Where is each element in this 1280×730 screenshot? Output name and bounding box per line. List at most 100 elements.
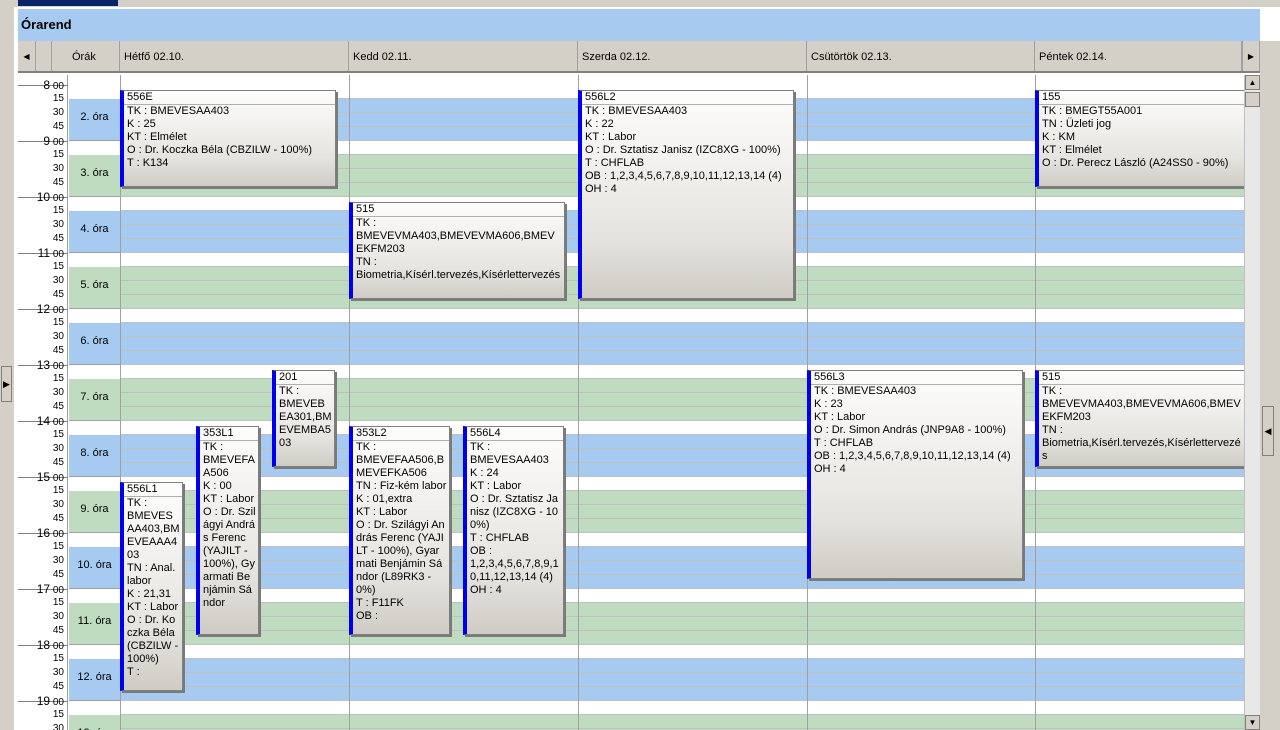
quarter-row[interactable] [120, 673, 1244, 687]
scroll-down-icon[interactable]: ▼ [1245, 715, 1260, 730]
event-line: K : 24 [470, 467, 499, 479]
event-card[interactable]: 155 TK : BMEGT55A001 TN : Üzleti jog K :… [1035, 90, 1244, 187]
top-toolbar [0, 0, 1280, 7]
event-line: TN : Anal. labor [127, 562, 176, 587]
minute-label: 30 [52, 611, 64, 622]
event-line: TK : [356, 441, 377, 453]
minute-label: 45 [52, 569, 64, 580]
vertical-scrollbar[interactable]: ▲ ▼ [1244, 75, 1260, 730]
quarter-row[interactable] [120, 323, 1244, 337]
event-line: KT : Labor [127, 601, 179, 613]
event-card[interactable]: 556L4 TK : BMEVESAA403 K : 24 KT : Labor… [463, 426, 564, 635]
day-header-friday[interactable]: Péntek 02.14. [1035, 41, 1242, 71]
time-column: 8 00 15 30 45 9 00 15 30 45 10 00 15 30 45 11 00 15 30… [18, 75, 68, 730]
event-line: TK : BMEGT55A001 [1042, 105, 1143, 117]
event-card[interactable]: 556E TK : BMEVESAA403 K : 25 KT : Elméle… [120, 90, 336, 187]
next-week-button[interactable]: ▶ [1242, 41, 1260, 71]
event-line: BMEVEVMA403,BMEVEVMA606,BMEVEKFM203 [356, 230, 555, 255]
arrow-right-icon: ▶ [1247, 52, 1255, 61]
quarter-row[interactable] [120, 659, 1244, 673]
slot-label: 11. óra [69, 603, 120, 645]
event-line: Biometria,Kísérl.tervezés,Kísérlettervez… [356, 269, 561, 281]
quarter-row[interactable] [120, 533, 1244, 547]
event-line: O : Dr. Koczka Béla (CBZILW - 100%) [127, 614, 179, 665]
quarter-row[interactable] [120, 337, 1244, 351]
event-line: O : Dr. Szilágyi András Ferenc (YAJILT -… [356, 519, 445, 596]
quarter-row[interactable] [120, 589, 1244, 603]
minute-label: 30 [52, 163, 64, 174]
event-card[interactable]: 556L2 TK : BMEVESAA403 K : 22 KT : Labor… [578, 90, 794, 299]
quarter-row[interactable] [120, 631, 1244, 645]
quarter-row[interactable] [120, 505, 1244, 519]
right-collapse-handle[interactable]: ◀ [1262, 406, 1274, 456]
event-card[interactable]: 201 TK : BMEVEBEA301,BMEVEMBA503 [272, 370, 335, 467]
right-splitter [1260, 41, 1280, 730]
quarter-row[interactable] [120, 701, 1244, 715]
scroll-thumb[interactable] [1245, 92, 1260, 107]
day-header-thursday[interactable]: Csütörtök 02.13. [807, 41, 1035, 71]
minute-label: 30 [52, 107, 64, 118]
minute-label: 45 [52, 625, 64, 636]
minute-label: 45 [52, 513, 64, 524]
quarter-row[interactable] [120, 617, 1244, 631]
event-card[interactable]: 556L3 TK : BMEVESAA403 K : 23 KT : Labor… [807, 370, 1023, 579]
event-line: O : Dr. Perecz László (A24SS0 - 90%) [1042, 157, 1229, 169]
quarter-row[interactable] [120, 477, 1244, 491]
prev-week-button[interactable]: ◀ [18, 41, 36, 71]
event-line: K : 25 [127, 118, 156, 130]
quarter-row[interactable] [120, 687, 1244, 701]
minute-label: 45 [52, 345, 64, 356]
quarter-row[interactable] [120, 351, 1244, 365]
quarter-row[interactable] [120, 715, 1244, 729]
quarter-row[interactable] [120, 547, 1244, 561]
day-header-monday[interactable]: Hétfő 02.10. [120, 41, 349, 71]
event-room: 515 [1039, 371, 1244, 385]
event-line: KT : Labor [814, 411, 866, 423]
event-room: 556L2 [582, 91, 793, 105]
event-line: KT : Elmélet [1042, 144, 1102, 156]
quarter-row[interactable] [120, 603, 1244, 617]
event-line: O : Dr. Sztatisz Janisz (IZC8XG - 100%) [585, 144, 781, 156]
event-line: TK : [127, 497, 148, 509]
event-line: K : 01,extra [356, 493, 413, 505]
minute-label: 15 [52, 149, 64, 160]
event-line: KT : Labor [203, 493, 255, 505]
event-card[interactable]: 353L2 TK : BMEVEFAA506,BMEVEFKA506 TN : … [349, 426, 450, 635]
event-line: KT : Labor [585, 131, 637, 143]
slot-label: 4. óra [69, 211, 120, 253]
event-line: O : Dr. Sztatisz Janisz (IZC8XG - 100%) [470, 493, 559, 531]
quarter-row[interactable] [120, 309, 1244, 323]
page-title: Órarend [18, 9, 1260, 41]
event-line: TN : [1042, 424, 1063, 436]
quarter-row[interactable] [120, 575, 1244, 589]
minute-label: 45 [52, 401, 64, 412]
left-collapse-handle[interactable]: ▶ [1, 366, 12, 402]
event-line: O : Dr. Szilágyi András Ferenc (YAJILT -… [203, 506, 256, 609]
minute-label: 30 [52, 667, 64, 678]
event-line: KT : Elmélet [127, 131, 187, 143]
day-header-wednesday[interactable]: Szerda 02.12. [578, 41, 807, 71]
event-card[interactable]: 556L1 TK : BMEVESAA403,BMEVEAAA403 TN : … [120, 482, 183, 691]
quarter-row[interactable] [120, 491, 1244, 505]
active-tab[interactable] [18, 0, 118, 6]
event-line: K : 23 [814, 398, 843, 410]
minute-label: 30 [52, 723, 64, 730]
event-card[interactable]: 353L1 TK : BMEVEFAA506 K : 00 KT : Labor… [196, 426, 259, 635]
event-line: T : CHFLAB [814, 437, 874, 449]
minute-label: 15 [52, 261, 64, 272]
event-card[interactable]: 515 TK : BMEVEVMA403,BMEVEVMA606,BMEVEKF… [1035, 370, 1244, 467]
minute-label: 45 [52, 289, 64, 300]
event-line: OB : 1,2,3,4,5,6,7,8,9,10,11,12,13,14 (4… [814, 450, 1011, 462]
event-line: K : KM [1042, 131, 1076, 143]
scroll-up-icon[interactable]: ▲ [1245, 75, 1260, 90]
event-line: OB : 1,2,3,4,5,6,7,8,9,10,11,12,13,14 (4… [585, 170, 782, 182]
event-line: T : [127, 666, 140, 678]
event-card[interactable]: 515 TK : BMEVEVMA403,BMEVEVMA606,BMEVEKF… [349, 202, 565, 299]
quarter-row[interactable] [120, 561, 1244, 575]
day-header-tuesday[interactable]: Kedd 02.11. [349, 41, 578, 71]
quarter-row[interactable] [120, 519, 1244, 533]
slot-label: 7. óra [69, 379, 120, 421]
event-line: K : 21,31 [127, 588, 172, 600]
quarter-row[interactable] [120, 645, 1244, 659]
slot-label: 8. óra [69, 435, 120, 477]
